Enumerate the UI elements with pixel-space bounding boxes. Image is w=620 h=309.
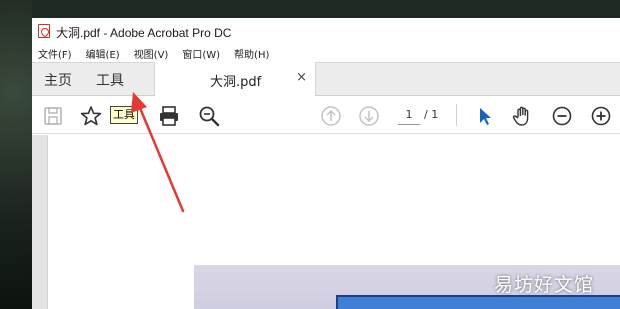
menu-help[interactable]: 帮助(H): [234, 46, 269, 61]
tab-tools[interactable]: 工具: [96, 70, 124, 90]
zoom-out-icon[interactable]: [551, 105, 573, 127]
tab-document[interactable]: 大洞.pdf ×: [154, 62, 316, 97]
title-bar: 大洞.pdf - Adobe Acrobat Pro DC: [32, 18, 620, 44]
watermark-text: 易坊好文馆: [493, 274, 594, 296]
page-up-icon[interactable]: [320, 105, 342, 127]
window-title: 大洞.pdf - Adobe Acrobat Pro DC: [56, 26, 232, 40]
menu-window[interactable]: 窗口(W): [182, 46, 220, 61]
menu-view[interactable]: 视图(V): [134, 46, 169, 61]
save-icon[interactable]: [42, 105, 64, 127]
print-icon[interactable]: [158, 105, 180, 127]
select-cursor-icon[interactable]: [474, 105, 496, 127]
star-icon[interactable]: [80, 105, 102, 127]
zoom-in-icon[interactable]: [590, 105, 612, 127]
hand-tool-icon[interactable]: [512, 105, 534, 127]
menu-file[interactable]: 文件(F): [38, 46, 72, 61]
tab-document-label: 大洞.pdf: [210, 75, 262, 90]
page-number-input[interactable]: [398, 105, 420, 125]
desktop-background: [0, 0, 32, 309]
navigation-pane-strip[interactable]: [32, 135, 48, 309]
page-total: / 1: [424, 108, 439, 121]
page-illustration-shape: [336, 295, 620, 309]
page-down-icon[interactable]: [358, 105, 380, 127]
tools-tooltip: 工具: [110, 106, 138, 124]
close-tab-icon[interactable]: ×: [296, 70, 307, 85]
acrobat-window: 大洞.pdf - Adobe Acrobat Pro DC 文件(F) 编辑(E…: [32, 18, 620, 309]
pdf-app-icon: [38, 24, 50, 38]
tab-home[interactable]: 主页: [44, 70, 72, 90]
zoom-search-icon[interactable]: [198, 105, 220, 127]
menu-bar: 文件(F) 编辑(E) 视图(V) 窗口(W) 帮助(H): [32, 44, 620, 62]
menu-edit[interactable]: 编辑(E): [86, 46, 120, 61]
toolbar: 工具 / 1: [32, 96, 620, 134]
tab-bar: 主页 工具 大洞.pdf ×: [32, 62, 620, 97]
toolbar-divider: [456, 104, 457, 126]
